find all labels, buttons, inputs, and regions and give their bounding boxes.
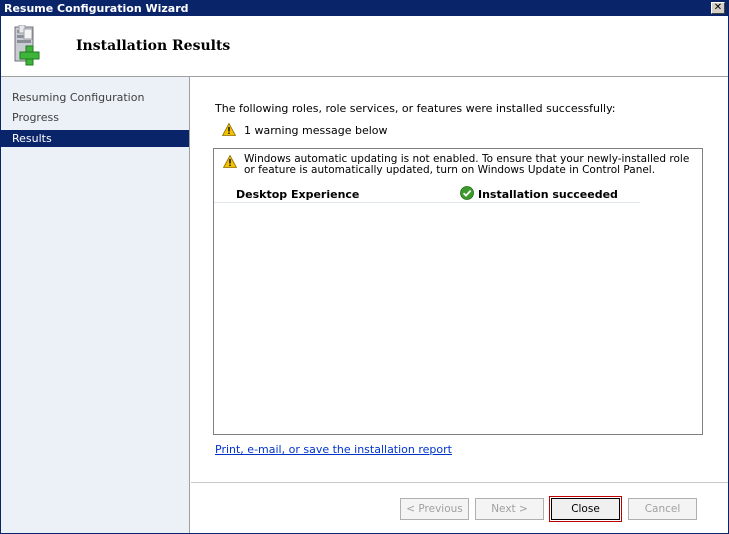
window-title: Resume Configuration Wizard [4,2,189,15]
close-button[interactable]: Close [549,496,622,522]
page-title: Installation Results [76,38,231,54]
installation-report-link[interactable]: Print, e-mail, or save the installation … [215,443,452,456]
close-window-button[interactable]: ✕ [711,2,725,14]
previous-button[interactable]: < Previous [400,498,469,520]
feature-name: Desktop Experience [236,188,360,201]
title-bar[interactable]: Resume Configuration Wizard ✕ [1,1,728,16]
success-check-icon [460,186,474,200]
results-page: The following roles, role services, or f… [191,77,728,533]
wizard-steps-sidebar: Resuming Configuration Progress Results [1,77,190,533]
warning-icon [222,123,236,136]
warning-message-text: Windows automatic updating is not enable… [244,153,690,176]
server-add-icon [14,25,40,66]
wizard-header: Installation Results [1,16,728,77]
intro-text: The following roles, role services, or f… [215,102,616,115]
table-row: Desktop Experience Installation succeede… [214,185,640,203]
cancel-button[interactable]: Cancel [628,498,697,520]
results-list[interactable]: Windows automatic updating is not enable… [213,148,703,435]
warning-summary-text: 1 warning message below [244,124,388,137]
sidebar-item-resuming-configuration[interactable]: Resuming Configuration [1,89,189,106]
status-text: Installation succeeded [478,188,618,201]
warning-icon [223,155,237,168]
footer-divider [191,482,728,483]
wizard-window: Resume Configuration Wizard ✕ Installati… [0,0,729,534]
next-button[interactable]: Next > [475,498,544,520]
sidebar-item-results[interactable]: Results [1,130,189,147]
sidebar-item-progress[interactable]: Progress [1,109,189,126]
warning-message: Windows automatic updating is not enable… [223,154,693,176]
